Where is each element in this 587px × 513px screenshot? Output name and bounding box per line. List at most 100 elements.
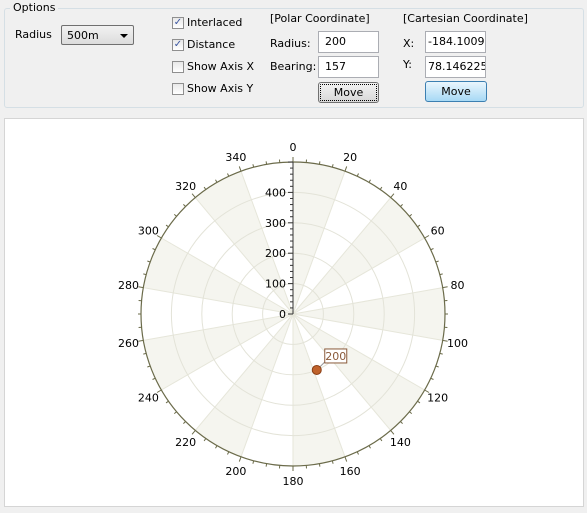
angle-tick <box>344 456 348 462</box>
angle-tick-label: 320 <box>175 180 196 193</box>
angle-tick-label: 340 <box>225 151 246 164</box>
angle-tick <box>215 445 218 449</box>
angle-tick <box>442 286 448 289</box>
angle-tick <box>318 463 321 467</box>
angle-tick <box>147 365 151 368</box>
angle-tick <box>191 430 196 435</box>
angle-tick <box>183 204 186 207</box>
checkbox-box <box>172 82 184 95</box>
angle-tick-label: 40 <box>393 180 407 193</box>
angle-tick <box>417 224 421 228</box>
radius-dropdown[interactable]: 500m <box>61 25 134 45</box>
angle-tick-label: 140 <box>390 436 411 449</box>
angle-tick-label: 20 <box>343 151 357 164</box>
angle-tick <box>173 213 177 217</box>
angle-tick <box>265 161 268 165</box>
angle-tick <box>173 411 177 415</box>
angle-tick <box>165 400 169 404</box>
checkbox-box: ✓ <box>172 38 184 51</box>
angle-tick <box>409 213 413 217</box>
checkbox-label: Interlaced <box>187 16 243 29</box>
angle-tick-label: 200 <box>225 465 246 478</box>
angle-tick-label: 300 <box>138 225 159 238</box>
radius-value: 500m <box>67 29 99 42</box>
chevron-down-icon <box>120 34 128 38</box>
cartesian-y-label: Y: <box>403 58 412 71</box>
polar-bearing-input[interactable]: 157 <box>318 56 379 78</box>
cartesian-x-input[interactable]: -184.10097 <box>425 31 486 53</box>
angle-tick-label: 0 <box>290 141 297 154</box>
angle-tick <box>344 166 348 172</box>
angle-tick <box>435 365 439 368</box>
angle-tick-label: 240 <box>138 392 159 405</box>
checkbox-show-axis-y[interactable]: Show Axis Y <box>172 82 253 95</box>
checkbox-box: ✓ <box>172 16 184 29</box>
angle-tick <box>227 173 230 177</box>
radial-tick-label: 0 <box>279 308 286 321</box>
angle-tick <box>417 400 421 404</box>
chart-panel: 0 20 40 60 80 100 120 140 160 180 200 220 240 260 280 3… <box>4 118 584 507</box>
checkbox-label: Show Axis Y <box>187 82 254 95</box>
radial-tick-label: 200 <box>265 247 286 260</box>
angle-tick <box>400 204 403 207</box>
angle-tick <box>152 248 156 251</box>
angle-tick <box>147 260 151 263</box>
angle-tick <box>227 451 230 455</box>
cartesian-title: [Cartesian Coordinate] <box>403 12 528 25</box>
polar-chart[interactable]: 0 20 40 60 80 100 120 140 160 180 200 220 240 260 280 3… <box>5 119 583 506</box>
angle-tick <box>435 260 439 263</box>
checkbox-box <box>172 60 184 73</box>
checkbox-distance[interactable]: ✓ Distance <box>172 38 235 51</box>
angle-tick-label: 180 <box>283 475 304 488</box>
angle-tick <box>203 438 207 442</box>
angle-tick-label: 120 <box>427 392 448 405</box>
angle-tick <box>203 186 207 190</box>
angle-tick <box>368 445 371 449</box>
angle-tick <box>191 193 196 198</box>
options-title: Options <box>10 1 59 14</box>
angle-tick <box>379 186 383 190</box>
radius-label: Radius <box>15 28 52 41</box>
point-label: 200 <box>325 350 346 363</box>
polar-move-button[interactable]: Move <box>318 82 379 103</box>
angle-tick-label: 60 <box>431 225 445 238</box>
angle-tick <box>318 161 321 165</box>
angle-tick <box>215 179 218 183</box>
angle-tick-label: 80 <box>450 279 464 292</box>
angle-tick <box>356 451 359 455</box>
angle-tick <box>152 377 156 380</box>
angle-tick-label: 100 <box>447 337 468 350</box>
checkbox-label: Distance <box>187 38 236 51</box>
angle-tick <box>138 286 144 289</box>
checkbox-label: Show Axis X <box>187 60 255 73</box>
cartesian-y-input[interactable]: 78.146225 <box>425 56 486 78</box>
angle-tick-label: 260 <box>118 337 139 350</box>
angle-tick-label: 160 <box>340 465 361 478</box>
angle-tick-label: 220 <box>175 436 196 449</box>
angle-tick <box>265 463 268 467</box>
angle-tick <box>424 235 430 239</box>
angle-tick <box>138 339 144 342</box>
angle-tick-label: 280 <box>118 279 139 292</box>
cartesian-x-label: X: <box>403 37 415 50</box>
radial-tick-label: 400 <box>265 186 286 199</box>
angle-tick <box>390 430 395 435</box>
checkbox-show-axis-x[interactable]: Show Axis X <box>172 60 254 73</box>
polar-title: [Polar Coordinate] <box>270 12 370 25</box>
angle-tick <box>183 421 186 424</box>
angle-tick <box>430 248 434 251</box>
radial-tick-label: 100 <box>265 278 286 291</box>
data-point[interactable] <box>311 364 322 375</box>
angle-tick <box>379 438 383 442</box>
angle-tick <box>430 377 434 380</box>
angle-tick <box>238 456 242 462</box>
angle-tick <box>238 166 242 172</box>
polar-radius-label: Radius: <box>270 37 311 50</box>
polar-radius-input[interactable]: 200 <box>318 31 379 53</box>
angle-tick <box>409 411 413 415</box>
angle-tick <box>165 224 169 228</box>
polar-bearing-label: Bearing: <box>270 60 317 73</box>
cartesian-move-button[interactable]: Move <box>425 81 487 102</box>
checkbox-interlaced[interactable]: ✓ Interlaced <box>172 16 242 29</box>
angle-tick <box>356 173 359 177</box>
